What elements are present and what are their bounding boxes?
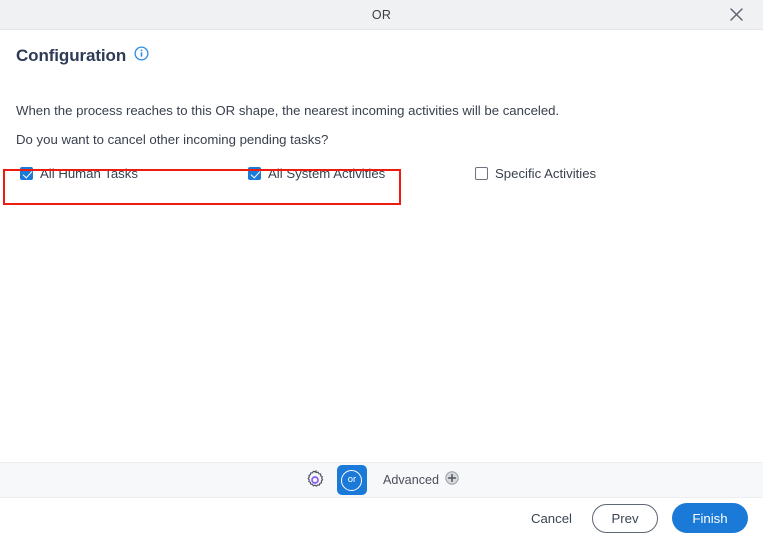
checkbox-box-checked[interactable] xyxy=(20,167,33,181)
cancel-button[interactable]: Cancel xyxy=(525,507,578,530)
or-configuration-dialog: OR Configuration When the process reache… xyxy=(0,0,763,538)
close-icon[interactable] xyxy=(717,0,755,29)
question-text: Do you want to cancel other incoming pen… xyxy=(16,131,329,147)
dialog-toolbar: or Advanced xyxy=(0,462,763,498)
page-title: Configuration xyxy=(16,46,127,65)
checkbox-label: Specific Activities xyxy=(495,166,597,182)
gear-icon[interactable] xyxy=(304,469,326,491)
checkbox-label: All Human Tasks xyxy=(40,166,138,182)
dialog-title: OR xyxy=(371,7,392,22)
configuration-header: Configuration xyxy=(16,43,747,69)
plus-circle-icon[interactable] xyxy=(445,470,459,490)
description-text: When the process reaches to this OR shap… xyxy=(16,103,560,118)
or-badge-label: or xyxy=(341,469,363,491)
dialog-titlebar: OR xyxy=(0,0,763,30)
dialog-content: Configuration When the process reaches t… xyxy=(0,30,763,462)
checkbox-specific-activities[interactable]: Specific Activities xyxy=(475,160,596,188)
checkbox-box-unchecked[interactable] xyxy=(475,167,488,181)
dialog-button-bar: Cancel Prev Finish xyxy=(0,498,763,538)
checkbox-all-system-activities[interactable]: All System Activities xyxy=(248,160,385,188)
or-shape-badge[interactable]: or xyxy=(336,465,367,495)
info-circle-icon[interactable] xyxy=(134,46,149,66)
advanced-label: Advanced xyxy=(382,473,439,487)
cancel-options-group: All Human Tasks All System Activities Sp… xyxy=(16,160,747,190)
prev-button[interactable]: Prev xyxy=(592,503,658,533)
checkbox-label: All System Activities xyxy=(268,166,386,182)
checkbox-box-checked[interactable] xyxy=(248,167,261,181)
advanced-toggle[interactable]: Advanced xyxy=(382,470,459,490)
finish-button[interactable]: Finish xyxy=(672,503,748,533)
checkbox-all-human-tasks[interactable]: All Human Tasks xyxy=(20,160,138,188)
